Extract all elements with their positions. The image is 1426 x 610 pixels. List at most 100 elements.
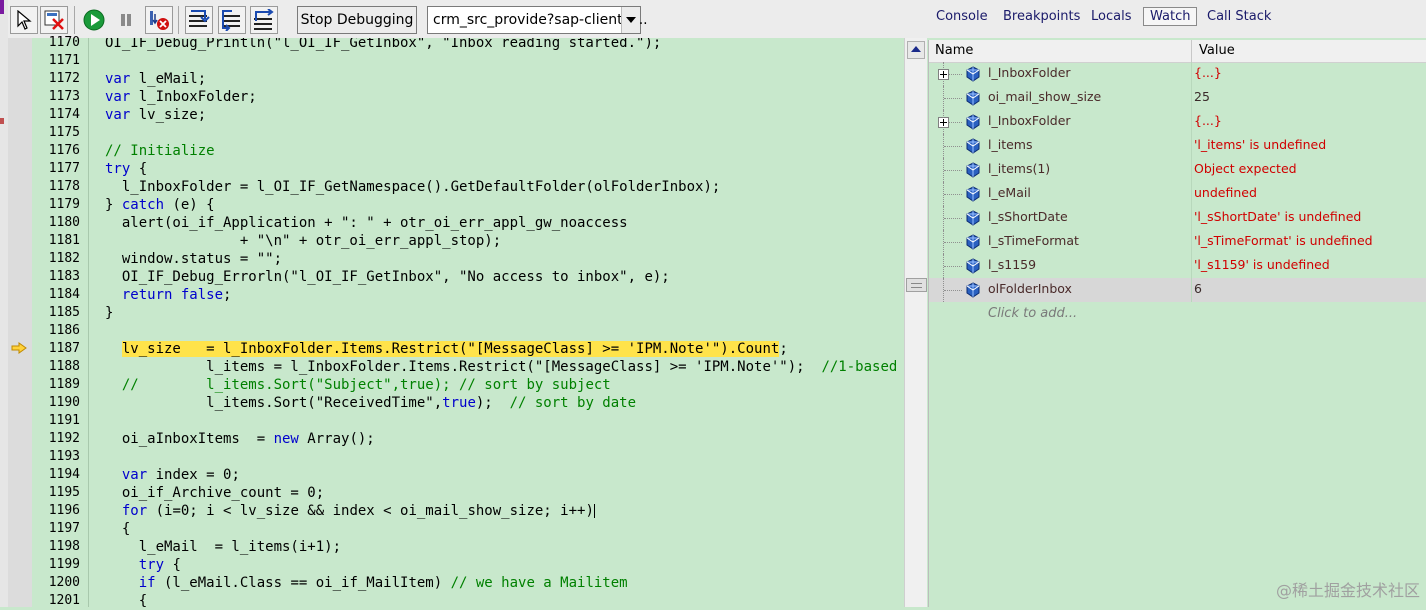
scrollbar-thumb[interactable] (906, 278, 927, 292)
code-line[interactable]: var l_eMail; (105, 70, 206, 88)
tab-call-stack[interactable]: Call Stack (1201, 8, 1277, 25)
watch-row[interactable]: l_items 'l_items' is undefined (929, 134, 1426, 158)
watch-variable-icon (966, 282, 980, 298)
code-line[interactable]: return false; (105, 286, 232, 304)
code-vertical-scrollbar[interactable] (904, 38, 927, 607)
step-over-button[interactable] (218, 6, 246, 34)
watch-name: l_items (988, 137, 1033, 152)
step-into-button[interactable] (185, 6, 213, 34)
line-number: 1182 (48, 251, 80, 266)
code-line[interactable]: + "\n" + otr_oi_err_appl_stop); (105, 232, 501, 250)
debug-panel-tabs: Console Breakpoints Locals Watch Call St… (928, 0, 1426, 38)
watch-row[interactable]: oi_mail_show_size 25 (929, 86, 1426, 110)
watch-row[interactable]: l_eMail undefined (929, 182, 1426, 206)
watch-name: l_eMail (988, 185, 1031, 200)
pause-button[interactable] (112, 6, 140, 34)
stop-debugging-button[interactable]: Stop Debugging (297, 6, 417, 34)
code-editor[interactable]: OI_IF_Debug_Println("l_OI_IF_GetInbox", … (88, 38, 905, 607)
watch-name: l_sTimeFormat (988, 233, 1079, 248)
code-line[interactable]: oi_aInboxItems = new Array(); (105, 430, 375, 448)
break-on-error-icon (150, 11, 169, 30)
line-number: 1177 (48, 161, 80, 176)
watch-value: {...} (1194, 113, 1222, 128)
code-line[interactable]: { (105, 520, 130, 538)
code-line[interactable]: { (105, 592, 147, 607)
line-number: 1194 (48, 467, 80, 482)
watch-name: l_s1159 (988, 257, 1037, 272)
line-number: 1196 (48, 503, 80, 518)
watch-row[interactable]: l_sTimeFormat 'l_sTimeFormat' is undefine… (929, 230, 1426, 254)
watch-value: {...} (1194, 65, 1222, 80)
line-number: 1200 (48, 575, 80, 590)
watch-variable-icon (966, 258, 980, 274)
code-line[interactable]: var l_InboxFolder; (105, 88, 257, 106)
watch-variable-icon (966, 66, 980, 82)
clear-breakpoints-button[interactable] (40, 6, 68, 34)
window-edge-marker (0, 0, 4, 14)
line-number: 1185 (48, 305, 80, 320)
tab-breakpoints[interactable]: Breakpoints (997, 8, 1086, 25)
watch-variable-icon (966, 90, 980, 106)
watch-value: undefined (1194, 185, 1257, 200)
code-line[interactable]: // l_items.Sort("Subject",true); // sort… (105, 376, 611, 394)
code-line[interactable]: OI_IF_Debug_Println("l_OI_IF_GetInbox", … (105, 38, 661, 52)
breakpoint-gutter[interactable] (8, 38, 32, 607)
watch-row[interactable]: olFolderInbox 6 (929, 278, 1426, 302)
watch-row[interactable]: l_items(1) Object expected (929, 158, 1426, 182)
code-line[interactable]: OI_IF_Debug_Errorln("l_OI_IF_GetInbox", … (105, 268, 670, 286)
code-line[interactable]: try { (105, 556, 181, 574)
line-number: 1198 (48, 539, 80, 554)
line-number: 1199 (48, 557, 80, 572)
watch-value: 25 (1194, 89, 1210, 104)
watch-variable-icon (966, 162, 980, 178)
script-select-value: crm_src_provide?sap-client=... (433, 12, 648, 28)
line-number: 1193 (48, 449, 80, 464)
code-line[interactable]: l_InboxFolder = l_OI_IF_GetNamespace().G… (105, 178, 720, 196)
code-line[interactable]: oi_if_Archive_count = 0; (105, 484, 324, 502)
click-to-add-watch[interactable]: Click to add... (988, 306, 1077, 321)
watch-variable-icon (966, 114, 980, 130)
step-out-button[interactable] (250, 6, 278, 34)
code-line[interactable]: // Initialize (105, 142, 215, 160)
watch-variable-icon (966, 234, 980, 250)
chevron-down-icon[interactable] (621, 7, 640, 33)
watch-value: 'l_sTimeFormat' is undefined (1194, 233, 1373, 248)
watch-row[interactable]: l_s1159 'l_s1159' is undefined (929, 254, 1426, 278)
break-on-error-button[interactable] (145, 6, 173, 34)
expand-plus-icon[interactable] (938, 69, 949, 80)
watch-variable-icon (966, 186, 980, 202)
code-line[interactable]: lv_size = l_InboxFolder.Items.Restrict("… (105, 340, 788, 358)
code-line[interactable]: var lv_size; (105, 106, 206, 124)
left-edge-strip (0, 0, 8, 607)
code-line[interactable]: } catch (e) { (105, 196, 215, 214)
watch-row[interactable]: l_InboxFolder {...} (929, 62, 1426, 86)
code-line[interactable]: window.status = ""; (105, 250, 282, 268)
line-number: 1176 (48, 143, 80, 158)
line-number: 1187 (48, 341, 80, 356)
code-line[interactable]: l_items = l_InboxFolder.Items.Restrict("… (105, 358, 905, 376)
code-line[interactable]: for (i=0; i < lv_size && index < oi_mail… (105, 502, 595, 520)
expand-plus-icon[interactable] (938, 117, 949, 128)
watch-row[interactable]: l_sShortDate 'l_sShortDate' is undefined (929, 206, 1426, 230)
clear-breakpoints-icon (44, 10, 64, 30)
code-line[interactable]: l_eMail = l_items(i+1); (105, 538, 341, 556)
line-number: 1192 (48, 431, 80, 446)
code-line[interactable]: } (105, 304, 113, 322)
watch-row[interactable]: l_InboxFolder {...} (929, 110, 1426, 134)
code-line[interactable]: if (l_eMail.Class == oi_if_MailItem) // … (105, 574, 628, 592)
tab-watch[interactable]: Watch (1143, 7, 1198, 26)
continue-button[interactable] (80, 6, 108, 34)
select-pointer-button[interactable] (10, 6, 38, 34)
watch-value-column-header[interactable]: Value (1199, 43, 1235, 58)
watch-value: Object expected (1194, 161, 1297, 176)
watch-name-column-header[interactable]: Name (935, 43, 973, 58)
script-select-dropdown[interactable]: crm_src_provide?sap-client=... (427, 6, 648, 34)
code-line[interactable]: l_items.Sort("ReceivedTime",true); // so… (105, 394, 636, 412)
code-line[interactable]: var index = 0; (105, 466, 240, 484)
tab-locals[interactable]: Locals (1085, 8, 1137, 25)
code-line[interactable]: try { (105, 160, 147, 178)
tab-console[interactable]: Console (930, 8, 994, 25)
watch-value: 6 (1194, 281, 1202, 296)
scroll-up-arrow-icon[interactable] (907, 41, 925, 59)
code-line[interactable]: alert(oi_if_Application + ": " + otr_oi_… (105, 214, 628, 232)
